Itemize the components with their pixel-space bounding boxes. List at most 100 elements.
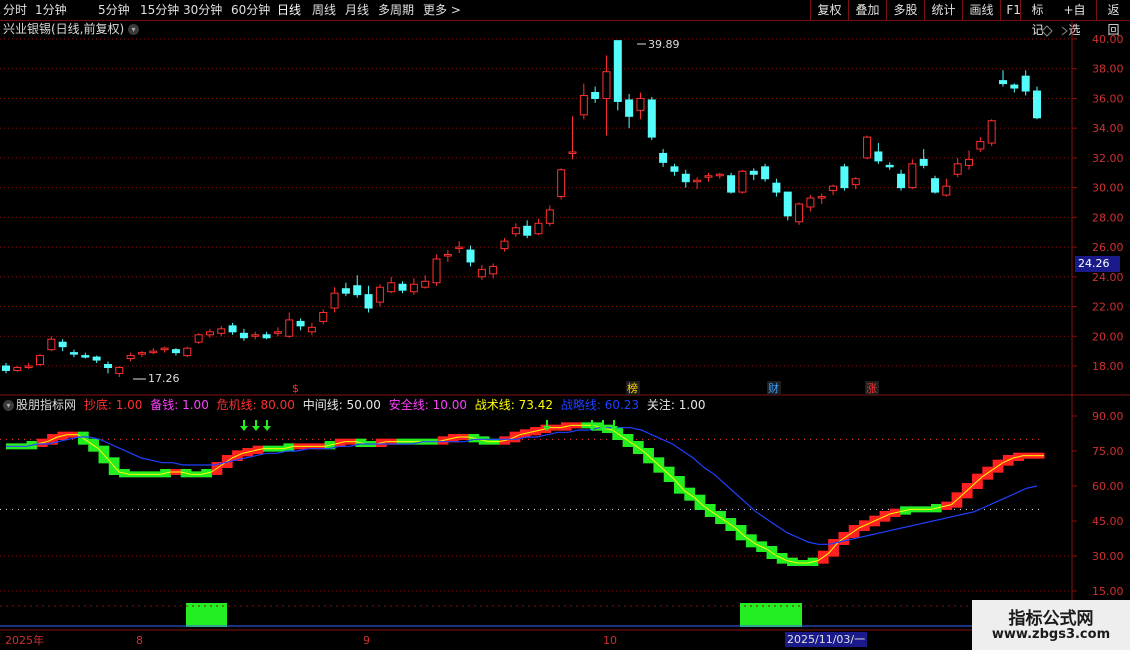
- indicator-chart: [6, 422, 1045, 566]
- candle-body: [897, 173, 906, 189]
- legend-item: 抄底: 1.00: [83, 398, 143, 412]
- candle-body: [636, 97, 645, 111]
- candle-body: [885, 164, 894, 168]
- price-tick-label: 40.00: [1092, 33, 1124, 46]
- candle-body: [296, 320, 305, 327]
- candle-body: [863, 136, 872, 159]
- chevron-right-icon[interactable]: [1061, 26, 1068, 36]
- candle-body: [149, 350, 158, 354]
- candle-body: [919, 158, 928, 166]
- price-tick-label: 34.00: [1092, 122, 1124, 135]
- candle-body: [659, 152, 668, 163]
- candle-body: [999, 80, 1008, 85]
- candle-body: [987, 120, 996, 144]
- candle-body: [693, 179, 702, 183]
- candle-body: [670, 166, 679, 172]
- candle-body: [557, 169, 566, 198]
- candle-body: [1033, 90, 1041, 119]
- candle-body: [330, 292, 339, 309]
- price-tick-label: 28.00: [1092, 211, 1124, 224]
- candle-body: [217, 328, 226, 334]
- marker-rank[interactable]: 榜: [627, 381, 638, 395]
- legend-item: 安全线: 10.00: [388, 398, 467, 412]
- indicator-tick-label: 45.00: [1092, 515, 1124, 528]
- price-tick-label: 36.00: [1092, 92, 1124, 105]
- candle-body: [35, 355, 44, 366]
- candle-body: [273, 331, 282, 334]
- indicator-name: 股朋指标网: [16, 398, 77, 412]
- candle-body: [398, 283, 407, 291]
- legend-item: 战略线: 60.23: [560, 398, 640, 412]
- candle-body: [602, 71, 611, 99]
- candle-body: [341, 288, 350, 294]
- marker-finance[interactable]: 财: [768, 381, 779, 395]
- date-label-sep: 9: [363, 634, 370, 647]
- candle-body: [194, 334, 203, 343]
- candle-body: [489, 265, 498, 275]
- candle-body: [829, 185, 838, 192]
- candle-body: [477, 268, 486, 278]
- candle-body: [24, 365, 33, 368]
- candle-body: [47, 338, 56, 351]
- candle-body: [432, 258, 441, 284]
- price-tick-label: 30.00: [1092, 182, 1124, 195]
- marker-rise[interactable]: 涨: [866, 382, 877, 395]
- candle-body: [953, 163, 962, 175]
- candle-body: [387, 282, 396, 293]
- candle-body: [160, 347, 169, 351]
- candle-body: [749, 170, 758, 175]
- watermark-url: www.zbgs3.com: [991, 627, 1111, 642]
- candle-body: [579, 94, 588, 116]
- price-tick-label: 24.00: [1092, 271, 1124, 284]
- candle-body: [443, 254, 452, 257]
- candle-body: [761, 166, 770, 180]
- marker-dollar[interactable]: $: [292, 382, 299, 395]
- diamond-icon[interactable]: [1041, 25, 1053, 37]
- indicator-tick-label: 60.00: [1092, 480, 1124, 493]
- candle-body: [568, 151, 577, 154]
- date-label-aug: 8: [136, 634, 143, 647]
- candle-body: [2, 365, 10, 371]
- price-tick-label: 26.00: [1092, 241, 1124, 254]
- price-tick-label: 18.00: [1092, 360, 1124, 373]
- kline-chart: 40.00 38.00 36.00 34.00 32.00 30.00 28.00 26.00…: [0, 20, 1130, 631]
- chevron-down-icon[interactable]: ▾: [3, 400, 14, 411]
- candle-body: [103, 364, 112, 368]
- candle-body: [251, 334, 260, 337]
- candle-body: [1021, 75, 1030, 92]
- candle-body: [591, 92, 600, 99]
- indicator-axis: 90.00 75.00 60.00 45.00 30.00 15.00: [1072, 410, 1124, 598]
- legend-item: 备钱: 1.00: [150, 398, 209, 412]
- candle-body: [817, 196, 826, 199]
- down-arrow-icon: [263, 426, 271, 431]
- price-axis: 40.00 38.00 36.00 34.00 32.00 30.00 28.00 26.00…: [1072, 33, 1124, 373]
- candle-body: [92, 356, 101, 361]
- legend-item: 中间线: 50.00: [302, 398, 381, 412]
- down-arrow-icon: [240, 426, 248, 431]
- candle-body: [523, 225, 532, 236]
- candle-body: [795, 203, 804, 223]
- indicator-tick-label: 30.00: [1092, 550, 1124, 563]
- candle-body: [375, 286, 384, 303]
- legend-item: 关注: 1.00: [646, 398, 706, 412]
- candle-body: [183, 347, 192, 357]
- legend-item: 战术线: 73.42: [474, 398, 554, 412]
- candle-body: [171, 349, 180, 354]
- candle-body: [704, 175, 713, 178]
- candle-body: [239, 332, 248, 339]
- candle-body: [840, 166, 849, 189]
- legend-item: 危机线: 80.00: [216, 398, 295, 412]
- candle-body: [1010, 84, 1019, 89]
- candle-body: [647, 99, 656, 138]
- chart-frame: [0, 20, 1130, 631]
- watermark-title: 指标公式网: [1008, 609, 1094, 629]
- price-tick-label: 38.00: [1092, 63, 1124, 76]
- candle-body: [727, 175, 736, 193]
- date-label-year: 2025年: [5, 634, 44, 647]
- mark-button[interactable]: 标记: [1020, 0, 1054, 37]
- price-tick-label: 22.00: [1092, 301, 1124, 314]
- candle-body: [613, 40, 622, 102]
- candle-body: [783, 191, 792, 217]
- candle-body: [738, 170, 747, 193]
- candle-body: [126, 355, 135, 360]
